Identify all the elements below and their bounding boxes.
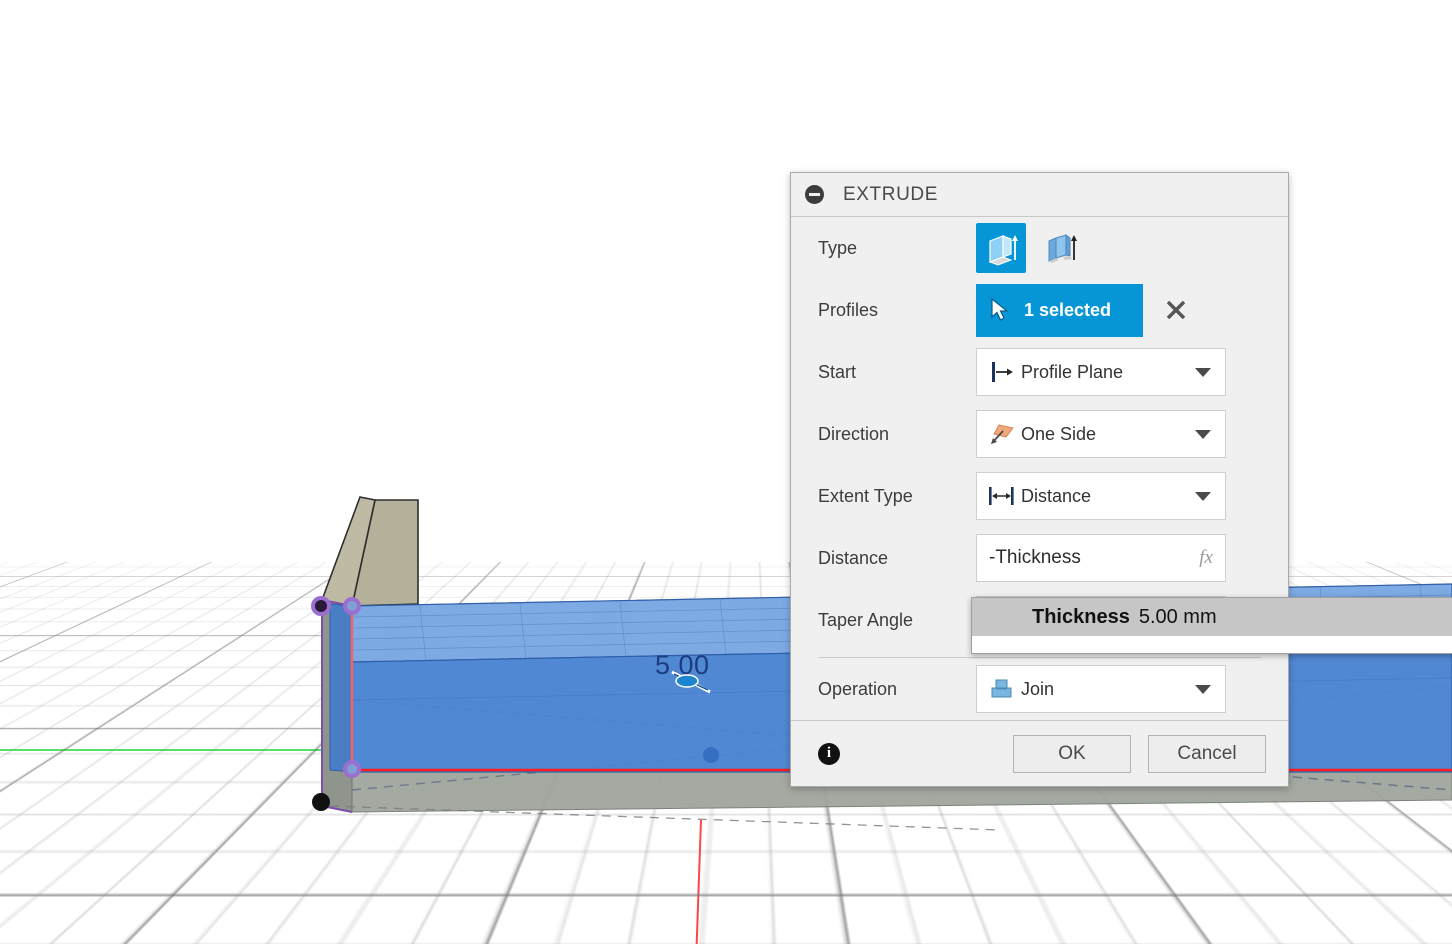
distance-input[interactable]: -Thickness fx <box>976 534 1226 582</box>
extent-type-value: Distance <box>1021 485 1092 506</box>
operation-combobox[interactable]: Join <box>976 665 1226 713</box>
extrude-solid-icon[interactable] <box>976 223 1026 273</box>
fx-label[interactable]: fx <box>1199 547 1213 569</box>
join-icon <box>987 677 1017 701</box>
row-distance: Distance -Thickness fx <box>791 527 1288 589</box>
extrude-thin-icon[interactable] <box>1035 223 1085 273</box>
cancel-button[interactable]: Cancel <box>1148 734 1266 773</box>
fusion360-window: 5.00 EXTRUDE Type Profiles 1 selected St… <box>0 0 1452 944</box>
extent-type-combobox[interactable]: Distance <box>976 472 1226 520</box>
chevron-down-icon[interactable] <box>1195 684 1211 694</box>
start-value: Profile Plane <box>1021 361 1124 382</box>
label-direction: Direction <box>818 423 890 444</box>
parameter-autocomplete-popup[interactable]: Thickness 5.00 mm <box>971 597 1452 654</box>
operation-value: Join <box>1021 678 1055 699</box>
parameter-name: Thickness <box>1032 605 1130 628</box>
direction-combobox[interactable]: One Side <box>976 410 1226 458</box>
profiles-select-button[interactable]: 1 selected <box>976 283 1143 337</box>
chevron-down-icon[interactable] <box>1195 367 1211 377</box>
drag-cursor-icon <box>671 670 711 694</box>
label-taper-angle: Taper Angle <box>818 609 914 630</box>
minus-circle-icon[interactable] <box>805 185 824 204</box>
chevron-down-icon[interactable] <box>1195 491 1211 501</box>
label-operation: Operation <box>818 678 898 699</box>
extrude-dialog[interactable]: EXTRUDE Type Profiles 1 selected Start P… <box>790 172 1289 787</box>
row-type: Type <box>791 217 1288 279</box>
direction-value: One Side <box>1021 423 1097 444</box>
distance-arrow-icon <box>987 484 1017 508</box>
ok-button[interactable]: OK <box>1013 734 1131 773</box>
row-extent-type: Extent Type Distance <box>791 465 1288 527</box>
start-combobox[interactable]: Profile Plane <box>976 348 1226 396</box>
row-direction: Direction One Side <box>791 403 1288 465</box>
dialog-titlebar[interactable]: EXTRUDE <box>791 173 1288 217</box>
one-side-icon <box>987 422 1017 446</box>
label-extent-type: Extent Type <box>818 485 913 506</box>
label-type: Type <box>818 237 858 258</box>
row-operation: Operation Join <box>791 658 1288 720</box>
pointer-arrow-icon <box>991 298 1009 321</box>
profiles-count-label: 1 selected <box>1024 299 1112 320</box>
info-icon[interactable]: i <box>818 742 840 765</box>
row-start: Start Profile Plane <box>791 341 1288 403</box>
label-distance: Distance <box>818 547 889 568</box>
dialog-footer: i OK Cancel <box>791 720 1288 786</box>
parameter-value: 5.00 mm <box>1138 605 1217 628</box>
popup-padding <box>972 636 1452 653</box>
close-x-icon[interactable] <box>1163 297 1189 323</box>
distance-value: -Thickness <box>989 547 1081 568</box>
label-profiles: Profiles <box>818 299 879 320</box>
label-start: Start <box>818 361 857 382</box>
row-profiles: Profiles 1 selected <box>791 279 1288 341</box>
dialog-title: EXTRUDE <box>843 183 938 205</box>
chevron-down-icon[interactable] <box>1195 429 1211 439</box>
list-item[interactable]: Thickness 5.00 mm <box>972 598 1452 636</box>
profile-plane-icon <box>987 360 1017 384</box>
